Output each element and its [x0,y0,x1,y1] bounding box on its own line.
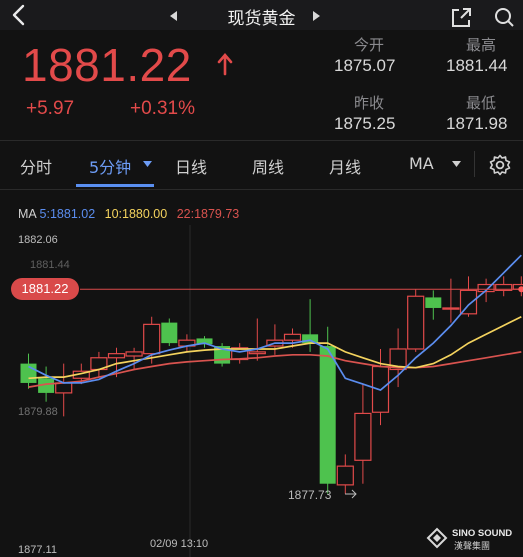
candle-body [161,322,178,344]
page-title: 现货黄金 [227,9,296,29]
low-label: 最低 [466,94,497,112]
candlestick-chart[interactable]: 1882.06 1881.44 1879.88 1877.11 02/09 13… [0,225,523,557]
candles-group [20,276,523,494]
candle-body [425,297,442,308]
candle-body [248,351,266,355]
ma-label: MA [18,207,37,221]
tab-timeshare[interactable]: 分时 [20,154,52,178]
candle-body [143,323,161,355]
active-tab-indicator [76,184,154,187]
ma10-value: 10:1880.00 [104,207,168,221]
high-label: 最高 [466,36,497,54]
current-price: 1881.22 [22,39,192,91]
tab-weekly[interactable]: 周线 [252,154,284,178]
candle-body [55,382,73,394]
candle-body [336,465,354,486]
up-arrow-icon [217,53,233,76]
candle-body [125,351,143,357]
axis-label-time: 02/09 13:10 [150,538,208,550]
gear-icon[interactable] [488,153,512,177]
search-icon[interactable] [493,6,517,28]
axis-label-top-partial: 1881.44 [30,259,70,271]
axis-label-mid: 1879.88 [18,406,58,418]
caret-down-icon[interactable] [142,160,153,168]
low-marker-arrow-icon [345,489,357,499]
prev-close-value: 1875.25 [334,114,396,133]
current-price-tag: 1881.22 [11,278,79,301]
prev-close-label: 昨收 [354,94,385,112]
candle-body [107,353,126,359]
candle-body [354,412,372,461]
axis-label-top: 1882.06 [18,234,58,246]
triangle-right-icon[interactable] [312,10,322,22]
price-change-percent: +0.31% [130,98,195,119]
high-value: 1881.44 [446,56,508,75]
candle-body [442,307,460,310]
low-value: 1871.98 [446,114,508,133]
open-label: 今开 [354,36,385,54]
ma5-value: 5:1881.02 [39,207,96,221]
tab-daily[interactable]: 日线 [175,154,207,178]
watermark-brand: SINO SOUND [452,528,512,539]
candle-body [283,333,302,341]
tab-ma[interactable]: MA [409,154,434,173]
watermark-sub: 漢聲集團 [454,540,490,552]
ma22-value: 22:1879.73 [176,207,240,221]
candle-body [407,295,425,350]
tab-5min[interactable]: 5分钟 [89,154,131,178]
tab-divider [474,151,475,177]
axis-label-bottom: 1877.11 [18,544,57,556]
candle-body [319,346,336,484]
period-tabs: 分时 5分钟 日线 周线 月线 MA [0,140,523,190]
price-change: +5.97 [26,98,75,119]
share-icon[interactable] [449,6,473,28]
ma-legend: MA 5:1881.02 10:1880.00 22:1879.73 [18,207,239,221]
sinosound-logo-icon: SINO SOUND 漢聲集團 [426,527,512,552]
open-value: 1875.07 [334,56,396,75]
tab-monthly[interactable]: 月线 [329,154,361,178]
low-marker-label: 1877.73 [288,488,332,502]
caret-down-icon[interactable] [451,160,462,168]
